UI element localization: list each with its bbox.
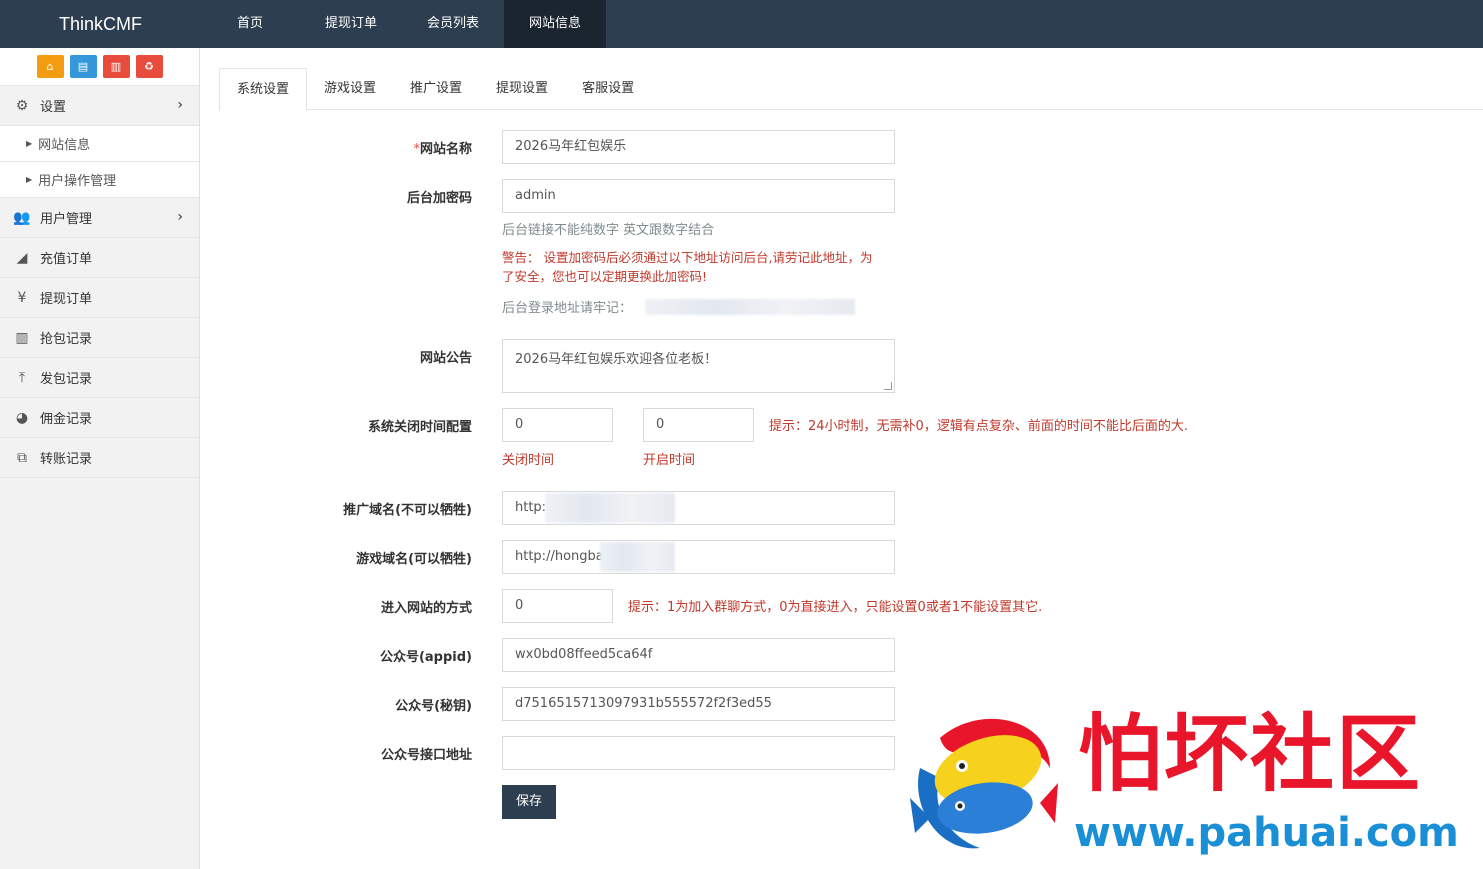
- gears-icon: ⚙: [15, 97, 29, 114]
- secret-label: 公众号(秘钥): [395, 699, 472, 714]
- redacted-admin-url: [645, 299, 855, 315]
- sidebar-item-label: 佣金记录: [40, 412, 93, 427]
- sidebar-item-commission-records[interactable]: ◕ 佣金记录: [0, 398, 199, 438]
- recycle-icon[interactable]: ♻: [135, 55, 163, 78]
- sidebar-item-transfer-records[interactable]: ⧉ 转账记录: [0, 438, 199, 478]
- sidebar-item-settings[interactable]: ⚙ 设置 ›: [0, 86, 199, 126]
- topnav-member-list[interactable]: 会员列表: [402, 0, 504, 48]
- admin-url-label: 后台登录地址请牢记：: [502, 301, 633, 316]
- game-domain-input[interactable]: http://hongbao: [502, 540, 895, 574]
- fish-logo-icon: [910, 718, 1058, 849]
- tab-game-settings[interactable]: 游戏设置: [307, 68, 393, 110]
- top-nav: 首页 提现订单 会员列表 网站信息: [200, 0, 607, 48]
- chevron-right-icon: ›: [177, 209, 183, 225]
- clone-icon: ⧉: [17, 449, 27, 466]
- redacted-promo-domain: [545, 493, 675, 523]
- home-icon[interactable]: ⌂: [36, 55, 64, 78]
- area-chart-icon: ◢: [16, 249, 28, 266]
- sidebar-subitem-site-info[interactable]: ▶ 网站信息: [0, 126, 199, 162]
- watermark-url: www.pahuai.com: [1074, 810, 1459, 856]
- file-icon[interactable]: ▤: [69, 55, 97, 78]
- sidebar-item-label: 网站信息: [38, 138, 91, 153]
- notice-label: 网站公告: [419, 351, 472, 366]
- site-name-input[interactable]: 2026马年红包娱乐: [502, 130, 895, 164]
- close-time-caption: 关闭时间: [502, 453, 555, 468]
- sidebar-item-label: 抢包记录: [40, 332, 93, 347]
- close-time-label: 系统关闭时间配置: [367, 420, 472, 435]
- brand-logo[interactable]: ThinkCMF: [0, 0, 200, 48]
- tab-system-settings[interactable]: 系统设置: [219, 68, 308, 111]
- sidebar-item-withdraw-orders[interactable]: ¥ 提现订单: [0, 278, 199, 318]
- settings-tabs: 系统设置 游戏设置 推广设置 提现设置 客服设置: [219, 68, 1483, 111]
- save-button[interactable]: 保存: [502, 785, 556, 819]
- sidebar-item-recharge-orders[interactable]: ◢ 充值订单: [0, 238, 199, 278]
- sidebar-item-label: 用户管理: [40, 212, 93, 227]
- game-domain-label: 游戏域名(可以牺牲): [356, 552, 472, 567]
- sidebar-item-user-management[interactable]: 👥 用户管理 ›: [0, 198, 199, 238]
- notice-textarea[interactable]: 2026马年红包娱乐欢迎各位老板！: [502, 339, 895, 393]
- sidebar-item-label: 发包记录: [40, 372, 93, 387]
- sidebar-item-label: 充值订单: [40, 252, 93, 267]
- appid-label: 公众号(appid): [379, 650, 472, 665]
- api-url-input[interactable]: [502, 736, 895, 770]
- admin-key-help: 后台链接不能纯数字 英文跟数字结合: [502, 223, 715, 238]
- open-time-caption: 开启时间: [643, 453, 696, 468]
- yen-icon: ¥: [17, 289, 27, 306]
- close-time-input[interactable]: 0: [502, 408, 613, 442]
- open-time-input[interactable]: 0: [643, 408, 754, 442]
- admin-key-warning: 警告： 设置加密码后必须通过以下地址访问后台,请劳记此地址，为了安全，您也可以定…: [502, 250, 873, 284]
- tab-withdraw-settings[interactable]: 提现设置: [479, 68, 565, 110]
- secret-input[interactable]: d7516515713097931b555572f2f3ed55: [502, 687, 895, 721]
- bar-chart-icon: ▥: [15, 329, 29, 346]
- pie-chart-icon: ◕: [15, 409, 29, 426]
- enter-mode-input[interactable]: 0: [502, 589, 613, 623]
- sidebar-item-send-records[interactable]: ⤒ 发包记录: [0, 358, 199, 398]
- caret-right-icon: ▶: [26, 139, 33, 148]
- users-icon: 👥: [13, 209, 31, 226]
- promo-domain-label: 推广域名(不可以牺牲): [343, 503, 472, 518]
- tab-promotion-settings[interactable]: 推广设置: [393, 68, 479, 110]
- redacted-game-domain: [600, 542, 675, 572]
- watermark-title: 怕坏社区: [1078, 705, 1423, 803]
- sidebar-item-grab-records[interactable]: ▥ 抢包记录: [0, 318, 199, 358]
- upload-icon: ⤒: [18, 369, 26, 386]
- sidebar-item-label: 设置: [40, 100, 67, 115]
- admin-key-input[interactable]: admin: [502, 179, 895, 213]
- resize-handle-icon[interactable]: [884, 382, 892, 390]
- sidebar-item-label: 用户操作管理: [38, 174, 117, 189]
- sidebar-subitem-user-ops[interactable]: ▶ 用户操作管理: [0, 162, 199, 198]
- topnav-withdraw-orders[interactable]: 提现订单: [300, 0, 402, 48]
- appid-input[interactable]: wx0bd08ffeed5ca64f: [502, 638, 895, 672]
- chevron-right-icon: ›: [177, 97, 183, 113]
- time-hint: 提示：24小时制，无需补0，逻辑有点复杂、前面的时间不能比后面的大.: [769, 419, 1188, 434]
- admin-key-label: 后台加密码: [406, 191, 472, 206]
- api-url-label: 公众号接口地址: [380, 748, 472, 763]
- site-name-label: *网站名称: [413, 142, 472, 157]
- top-navbar: ThinkCMF 首页 提现订单 会员列表 网站信息: [0, 0, 1483, 48]
- sidebar: ⌂ ▤ ▥ ♻ ⚙ 设置 › ▶ 网站信息 ▶ 用户操作管理 👥 用户管理 › …: [0, 48, 200, 869]
- sidebar-item-label: 提现订单: [40, 292, 93, 307]
- topnav-home[interactable]: 首页: [200, 0, 300, 48]
- sidebar-item-label: 转账记录: [40, 452, 93, 467]
- shortcut-bar: ⌂ ▤ ▥ ♻: [0, 48, 199, 86]
- tab-support-settings[interactable]: 客服设置: [565, 68, 651, 110]
- trash-icon[interactable]: ▥: [102, 55, 130, 78]
- enter-mode-label: 进入网站的方式: [380, 601, 472, 616]
- caret-right-icon: ▶: [26, 175, 33, 184]
- topnav-site-info[interactable]: 网站信息: [504, 0, 607, 48]
- enter-mode-hint: 提示：1为加入群聊方式，0为直接进入，只能设置0或者1不能设置其它.: [628, 600, 1043, 615]
